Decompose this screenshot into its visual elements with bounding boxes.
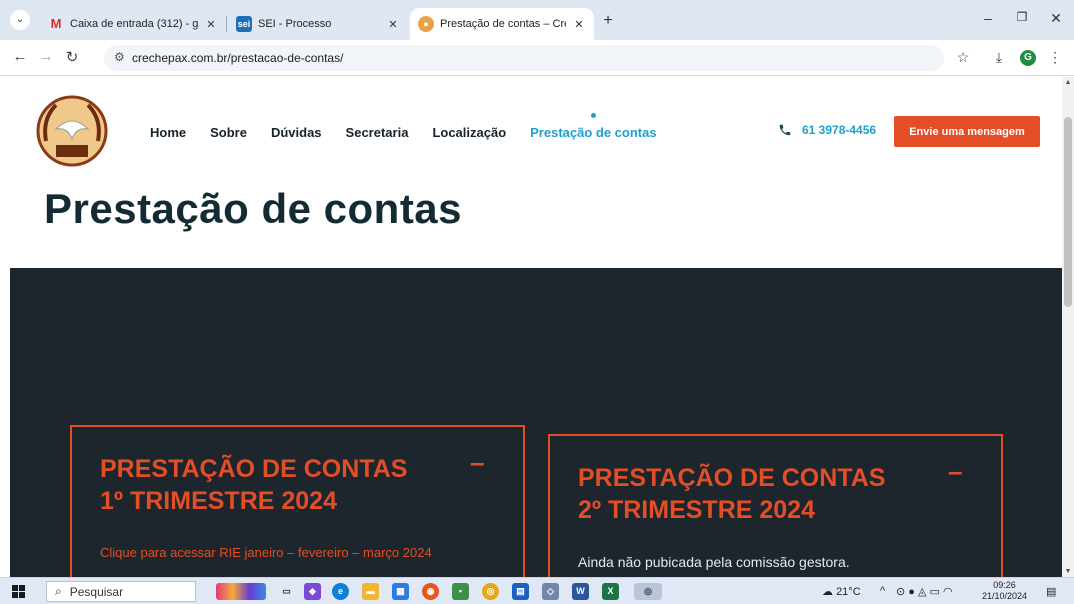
scroll-thumb[interactable] xyxy=(1064,117,1072,307)
notification-icon[interactable]: ▤ xyxy=(1046,585,1056,598)
tab-sei[interactable]: sei SEI - Processo ✕ xyxy=(228,8,408,40)
excel-icon[interactable]: X xyxy=(602,583,619,600)
gmail-icon: M xyxy=(50,16,62,31)
task-view-icon[interactable]: ▭ xyxy=(278,583,295,600)
site-logo[interactable] xyxy=(32,89,112,169)
file-explorer-icon[interactable]: ▬ xyxy=(362,583,379,600)
app-icon[interactable]: ◇ xyxy=(542,583,559,600)
scanner-icon[interactable]: ▤ xyxy=(512,583,529,600)
new-tab-icon[interactable]: + xyxy=(598,12,618,30)
page-viewport: Home Sobre Dúvidas Secretaria Localizaçã… xyxy=(0,77,1062,577)
nav-prestacao-de-contas[interactable]: Prestação de contas xyxy=(530,113,657,140)
tab-separator xyxy=(226,16,227,32)
firefox-icon[interactable]: ◉ xyxy=(422,583,439,600)
accordion-card-q2[interactable]: PRESTAÇÃO DE CONTAS 2º TRIMESTRE 2024 – … xyxy=(548,434,1003,577)
clock-time: 09:26 xyxy=(993,580,1016,590)
phone-icon xyxy=(779,124,791,136)
search-icon: ⌕ xyxy=(55,584,62,598)
tray-icons[interactable]: ⊙ ● ◬ ▭ ◠ xyxy=(896,585,953,598)
collapse-toggle-icon[interactable]: – xyxy=(948,456,962,487)
minimize-icon[interactable]: – xyxy=(978,10,998,26)
card-title-line1: PRESTAÇÃO DE CONTAS xyxy=(100,455,408,483)
scroll-up-icon[interactable]: ▲ xyxy=(1062,79,1074,86)
close-icon[interactable]: ✕ xyxy=(204,18,218,31)
weather-widget[interactable]: ☁ 21°C xyxy=(822,585,861,598)
phone-number: 61 3978-4456 xyxy=(802,123,877,137)
widgets-icon[interactable] xyxy=(216,583,266,600)
taskbar-search[interactable]: ⌕ Pesquisar xyxy=(46,581,196,602)
active-indicator xyxy=(591,113,597,118)
card-status-text: Ainda não pubicada pela comissão gestora… xyxy=(578,554,850,570)
chrome-icon[interactable]: ◎ xyxy=(482,583,499,600)
taskbar-clock[interactable]: 09:26 21/10/2024 xyxy=(982,580,1027,602)
bookmark-star-icon[interactable]: ☆ xyxy=(954,49,972,66)
collapse-toggle-icon[interactable]: – xyxy=(470,447,484,478)
close-icon[interactable]: ✕ xyxy=(572,18,586,31)
tab-search-icon[interactable]: ⌄ xyxy=(10,10,30,30)
rie-link[interactable]: Clique para acessar RIE janeiro – fevere… xyxy=(100,545,432,560)
pax-logo-icon xyxy=(36,95,108,167)
scroll-down-icon[interactable]: ▼ xyxy=(1062,568,1074,575)
word-icon[interactable]: W xyxy=(572,583,589,600)
pax-icon: ● xyxy=(418,16,434,32)
copilot-icon[interactable]: ◆ xyxy=(304,583,321,600)
tab-strip: ⌄ M Caixa de entrada (312) - gestac ✕ se… xyxy=(0,0,1074,40)
accounts-section: PRESTAÇÃO DE CONTAS 1º TRIMESTRE 2024 – … xyxy=(10,268,1062,577)
app-icon[interactable]: ▪ xyxy=(452,583,469,600)
card-title-line2: 1º TRIMESTRE 2024 xyxy=(100,487,337,515)
back-icon[interactable]: ← xyxy=(10,48,30,65)
tray-chevron-icon[interactable]: ^ xyxy=(880,585,885,597)
phone-contact[interactable]: 61 3978-4456 xyxy=(778,123,876,137)
weather-temp: 21°C xyxy=(836,586,861,598)
nav-prestacao-label: Prestação de contas xyxy=(530,125,657,140)
store-icon[interactable]: ▦ xyxy=(392,583,409,600)
accordion-card-q1[interactable]: PRESTAÇÃO DE CONTAS 1º TRIMESTRE 2024 – … xyxy=(70,425,525,577)
edge-icon[interactable]: e xyxy=(332,583,349,600)
main-nav: Home Sobre Dúvidas Secretaria Localizaçã… xyxy=(150,113,657,140)
browser-toolbar: ← → ↻ ⚙ crechepax.com.br/prestacao-de-co… xyxy=(0,40,1074,76)
menu-kebab-icon[interactable]: ⋮ xyxy=(1046,49,1064,66)
nav-home[interactable]: Home xyxy=(150,125,186,140)
card-title-line1: PRESTAÇÃO DE CONTAS xyxy=(578,464,886,492)
taskbar: ⌕ Pesquisar ▭ ◆ e ▬ ▦ ◉ ▪ ◎ ▤ ◇ W X ◎ ☁ … xyxy=(0,577,1074,604)
cloud-icon: ☁ xyxy=(822,586,833,598)
nav-localizacao[interactable]: Localização xyxy=(432,125,506,140)
restore-icon[interactable]: ❐ xyxy=(1012,10,1032,24)
windows-start-icon[interactable] xyxy=(12,585,25,598)
nav-duvidas[interactable]: Dúvidas xyxy=(271,125,322,140)
close-window-icon[interactable]: ✕ xyxy=(1046,10,1066,27)
site-info-icon[interactable]: ⚙ xyxy=(114,50,125,64)
page-title: Prestação de contas xyxy=(44,185,463,232)
tab-prestacao[interactable]: ● Prestação de contas – Creche P ✕ xyxy=(410,8,594,40)
clock-date: 21/10/2024 xyxy=(982,591,1028,601)
send-message-button[interactable]: Envie uma mensagem xyxy=(894,116,1040,147)
search-placeholder: Pesquisar xyxy=(69,584,124,599)
chrome-active-icon[interactable]: ◎ xyxy=(634,583,662,600)
sei-icon: sei xyxy=(236,16,252,32)
nav-sobre[interactable]: Sobre xyxy=(210,125,247,140)
close-icon[interactable]: ✕ xyxy=(386,18,400,31)
download-icon[interactable]: ⤓ xyxy=(990,49,1008,66)
card-title-line2: 2º TRIMESTRE 2024 xyxy=(578,496,815,524)
profile-avatar[interactable]: G xyxy=(1020,50,1036,66)
reload-icon[interactable]: ↻ xyxy=(62,48,82,66)
nav-secretaria[interactable]: Secretaria xyxy=(346,125,409,140)
tab-gmail[interactable]: M Caixa de entrada (312) - gestac ✕ xyxy=(40,8,226,40)
page-scrollbar[interactable]: ▲ ▼ xyxy=(1062,77,1074,577)
url-text[interactable]: crechepax.com.br/prestacao-de-contas/ xyxy=(132,51,343,65)
forward-icon[interactable]: → xyxy=(36,48,56,65)
address-bar[interactable]: ⚙ crechepax.com.br/prestacao-de-contas/ xyxy=(104,45,944,71)
